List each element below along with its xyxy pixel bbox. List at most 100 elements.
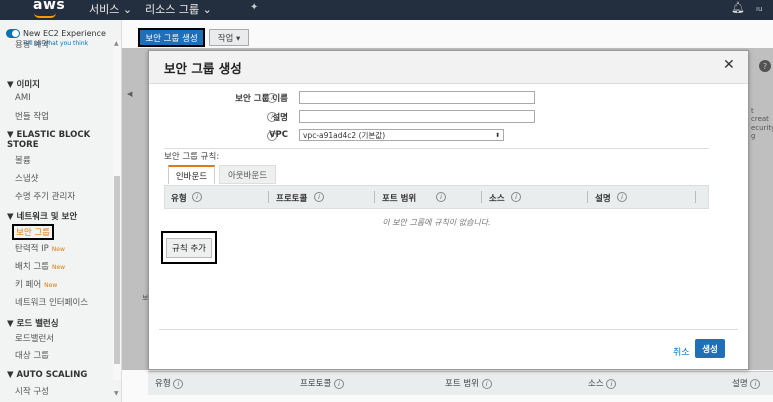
sidebar-item[interactable]: 스냅샷 bbox=[15, 172, 38, 184]
info-icon[interactable]: i bbox=[314, 192, 324, 202]
sidebar-item[interactable]: 볼륨 bbox=[15, 154, 31, 166]
aws-logo[interactable]: aws bbox=[33, 0, 65, 13]
sidebar-item[interactable]: 수명 주기 관리자 bbox=[15, 190, 75, 202]
select-arrows-icon: ⬍ bbox=[494, 132, 500, 139]
sidebar-item-label: ▼ 로드 밸런싱 bbox=[7, 319, 59, 329]
sidebar-item-label: 대상 그룹 bbox=[15, 351, 49, 361]
actions-button[interactable]: 작업 ▾ bbox=[209, 29, 249, 46]
security-group-name-input[interactable] bbox=[299, 91, 535, 104]
sidebar-item-label: 스냅샷 bbox=[15, 174, 39, 184]
scroll-down-icon[interactable]: ▼ bbox=[114, 390, 119, 397]
new-experience-toggle[interactable] bbox=[6, 29, 20, 38]
sidebar-item-label: 수명 주기 관리자 bbox=[15, 192, 76, 202]
sidebar-item-label: ▼ 네트워크 및 보안 bbox=[7, 212, 78, 222]
divider bbox=[164, 148, 709, 149]
vpc-select[interactable]: vpc-a91ad4c2 (기본값) ⬍ bbox=[299, 129, 504, 141]
column-separator bbox=[481, 191, 482, 203]
add-rule-highlight: 규칙 추가 bbox=[161, 231, 217, 264]
sidebar-section-header: ▼ ELASTIC BLOCK bbox=[7, 130, 90, 140]
sidebar-item-label: ▼ ELASTIC BLOCK bbox=[7, 130, 91, 140]
description-input[interactable] bbox=[299, 110, 535, 123]
sidebar-item-label: 볼륨 bbox=[15, 156, 31, 166]
pin-icon[interactable]: ✦ bbox=[250, 2, 258, 13]
sidebar-section-header: STORE bbox=[7, 140, 39, 150]
sidebar-item[interactable]: 용량 예약 bbox=[15, 38, 49, 50]
sidebar-item[interactable]: AMI bbox=[15, 93, 31, 103]
sidebar-scrollbar-thumb[interactable] bbox=[114, 176, 120, 364]
info-icon[interactable]: i bbox=[173, 379, 184, 389]
sidebar-item[interactable]: 키 페어 New bbox=[15, 278, 57, 290]
sidebar-item-label: 네트워크 인터페이스 bbox=[15, 298, 89, 308]
new-experience-title: New EC2 Experience bbox=[23, 29, 106, 38]
sidebar-item-label: 시작 구성 bbox=[15, 387, 49, 397]
sidebar-item-label: 보안 그룹 bbox=[16, 228, 50, 238]
column-source: 소스 bbox=[489, 194, 505, 204]
info-icon[interactable]: i bbox=[333, 379, 344, 389]
column-protocol: 프로토콜 bbox=[276, 194, 308, 204]
new-badge: New bbox=[51, 246, 65, 253]
tab-outbound[interactable]: 아웃바운드 bbox=[219, 165, 276, 184]
sidebar-item-label: 배치 그룹 bbox=[15, 262, 49, 272]
info-icon[interactable]: i bbox=[267, 112, 277, 122]
column-type: 유형 bbox=[171, 194, 187, 204]
scroll-up-icon[interactable]: ▲ bbox=[114, 40, 119, 47]
sidebar-item-label: ▼ AUTO SCALING bbox=[7, 370, 88, 380]
vpc-selected-value: vpc-a91ad4c2 (기본값) bbox=[303, 131, 386, 140]
chevron-down-icon: ⌄ bbox=[122, 3, 133, 16]
sidebar-item[interactable]: 시작 구성 bbox=[15, 385, 49, 397]
info-icon[interactable]: i bbox=[617, 192, 627, 202]
sidebar-item[interactable]: 탄력적 IP New bbox=[15, 242, 65, 254]
sidebar-section-header: ▼ 네트워크 및 보안 bbox=[7, 210, 77, 222]
close-icon[interactable]: ✕ bbox=[723, 57, 735, 73]
info-icon[interactable]: i bbox=[267, 131, 277, 141]
sidebar-item-label: 로드밸런서 bbox=[15, 334, 55, 344]
tab-inbound[interactable]: 인바운드 bbox=[168, 165, 215, 184]
info-icon[interactable]: i bbox=[606, 379, 617, 389]
footer-divider bbox=[159, 329, 738, 330]
sidebar-item-security-groups[interactable]: 보안 그룹 bbox=[12, 224, 54, 240]
sidebar-item-label: 번들 작업 bbox=[15, 112, 49, 122]
top-navigation-bar: aws 서비스 ⌄ 리소스 그룹 ⌄ ✦ 🔔︎ ıu bbox=[0, 0, 773, 20]
info-icon[interactable]: i bbox=[267, 93, 277, 103]
sidebar-item-label: ▼ 이미지 bbox=[7, 80, 40, 90]
sidebar-item[interactable]: 대상 그룹 bbox=[15, 349, 49, 361]
sidebar-item[interactable]: 네트워크 인터페이스 bbox=[15, 296, 88, 308]
resource-groups-menu[interactable]: 리소스 그룹 ⌄ bbox=[145, 1, 212, 17]
aws-logo-smile-icon bbox=[34, 13, 56, 18]
info-icon[interactable]: i bbox=[481, 379, 492, 389]
create-security-group-modal: 보안 그룹 생성 ✕ 보안 그룹 이름 i 설명 i VPC i vpc-a91… bbox=[148, 50, 749, 370]
sidebar-section-header: ▼ 로드 밸런싱 bbox=[7, 317, 59, 329]
info-icon[interactable]: i bbox=[192, 192, 202, 202]
rules-label: 보안 그룹 규칙: bbox=[164, 152, 220, 162]
column-separator bbox=[587, 191, 588, 203]
info-icon[interactable]: i bbox=[511, 192, 521, 202]
sidebar-section-header: ▼ AUTO SCALING bbox=[7, 370, 87, 380]
user-menu[interactable]: ıu bbox=[756, 5, 762, 13]
create-security-group-button[interactable]: 보안 그룹 생성 bbox=[138, 28, 205, 47]
column-port-range: 포트 범위 bbox=[382, 194, 417, 204]
sidebar-item-label: STORE bbox=[7, 140, 39, 150]
sidebar-item[interactable]: 배치 그룹 New bbox=[15, 260, 65, 272]
column-type: 유형 i bbox=[155, 377, 184, 389]
sidebar-item[interactable]: 로드밸런서 bbox=[15, 332, 54, 344]
services-menu[interactable]: 서비스 ⌄ bbox=[89, 1, 132, 17]
bell-icon[interactable]: 🔔︎ bbox=[731, 1, 745, 14]
new-badge: New bbox=[51, 264, 66, 271]
column-description: 설명 bbox=[595, 194, 611, 204]
column-separator bbox=[374, 191, 375, 203]
create-button[interactable]: 생성 bbox=[695, 339, 725, 358]
sidebar-section-header: ▼ 이미지 bbox=[7, 78, 40, 90]
sidebar-item-label: 키 페어 bbox=[15, 280, 42, 290]
sidebar-item[interactable]: 번들 작업 bbox=[15, 110, 49, 122]
column-separator bbox=[695, 191, 696, 203]
column-protocol: 프로토콜 i bbox=[300, 377, 344, 389]
column-port-range: 포트 범위 i bbox=[445, 377, 492, 389]
info-icon[interactable]: i bbox=[436, 192, 446, 202]
column-description: 설명 i bbox=[732, 377, 761, 389]
new-badge: New bbox=[44, 282, 58, 289]
column-source: 소스 i bbox=[588, 377, 617, 389]
cancel-link[interactable]: 취소 bbox=[673, 345, 690, 358]
info-icon[interactable]: i bbox=[750, 379, 761, 389]
modal-header: 보안 그룹 생성 ✕ bbox=[149, 51, 748, 84]
add-rule-button[interactable]: 규칙 추가 bbox=[166, 237, 212, 258]
